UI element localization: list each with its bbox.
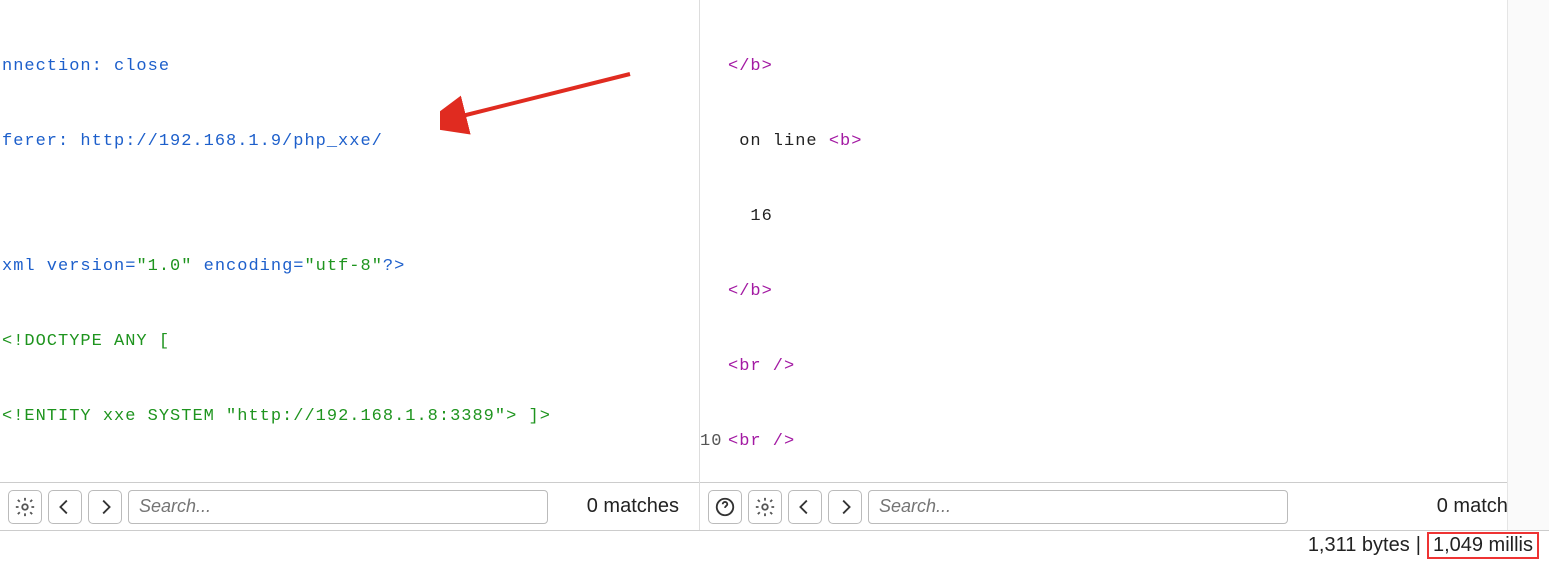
prev-button[interactable] (48, 490, 82, 524)
code-line: <br /> (728, 354, 1549, 379)
main-split: nnection: close ferer: http://192.168.1.… (0, 0, 1549, 530)
code-line: </b> (728, 279, 1549, 304)
code-line: </b> (728, 54, 1549, 79)
next-button[interactable] (88, 490, 122, 524)
arrow-left-icon (54, 496, 76, 518)
status-millis: 1,049 millis (1427, 532, 1539, 559)
arrow-left-icon (794, 496, 816, 518)
gear-icon (754, 496, 776, 518)
settings-button[interactable] (748, 490, 782, 524)
code-line: nnection: close (2, 57, 170, 76)
code-tok: xml (2, 257, 36, 276)
status-sep: | (1416, 534, 1421, 557)
code-tok: encoding= (192, 257, 304, 276)
code-tok: "http://192.168.1.8:3389" (226, 407, 506, 426)
request-code[interactable]: nnection: close ferer: http://192.168.1.… (0, 0, 699, 482)
code-tok: <!DOCTYPE (2, 332, 103, 351)
status-bar: 1,311 bytes | 1,049 millis (0, 530, 1549, 560)
code-tok: version= (36, 257, 137, 276)
arrow-right-icon (94, 496, 116, 518)
search-input[interactable] (868, 490, 1288, 524)
code-line: ferer: http://192.168.1.9/php_xxe/ (2, 132, 383, 151)
code-tok: "utf-8" (304, 257, 382, 276)
help-icon (714, 496, 736, 518)
code-tok: > ]> (506, 407, 551, 426)
code-tok: xxe SYSTEM (92, 407, 226, 426)
search-input[interactable] (128, 490, 548, 524)
code-tok: <!ENTITY (2, 407, 92, 426)
request-pane: nnection: close ferer: http://192.168.1.… (0, 0, 700, 530)
line-number: 10 (700, 429, 728, 454)
settings-button[interactable] (8, 490, 42, 524)
right-toolbar: 0 matches (700, 482, 1549, 530)
code-tok: ?> (383, 257, 405, 276)
match-count: 0 matches (587, 495, 691, 518)
scrollbar-track[interactable] (1507, 0, 1549, 530)
response-pane: </b> on line <b> 16 </b> <br /> 10<br />… (700, 0, 1549, 530)
code-tok: "1.0" (136, 257, 192, 276)
response-code[interactable]: </b> on line <b> 16 </b> <br /> 10<br />… (700, 0, 1549, 482)
next-button[interactable] (828, 490, 862, 524)
gear-icon (14, 496, 36, 518)
code-line: <br /> (728, 429, 1549, 454)
help-button[interactable] (708, 490, 742, 524)
status-bytes: 1,311 bytes (1308, 534, 1410, 557)
prev-button[interactable] (788, 490, 822, 524)
code-tok: ANY [ (103, 332, 170, 351)
arrow-right-icon (834, 496, 856, 518)
code-line: 16 (728, 204, 1549, 229)
left-toolbar: 0 matches (0, 482, 699, 530)
